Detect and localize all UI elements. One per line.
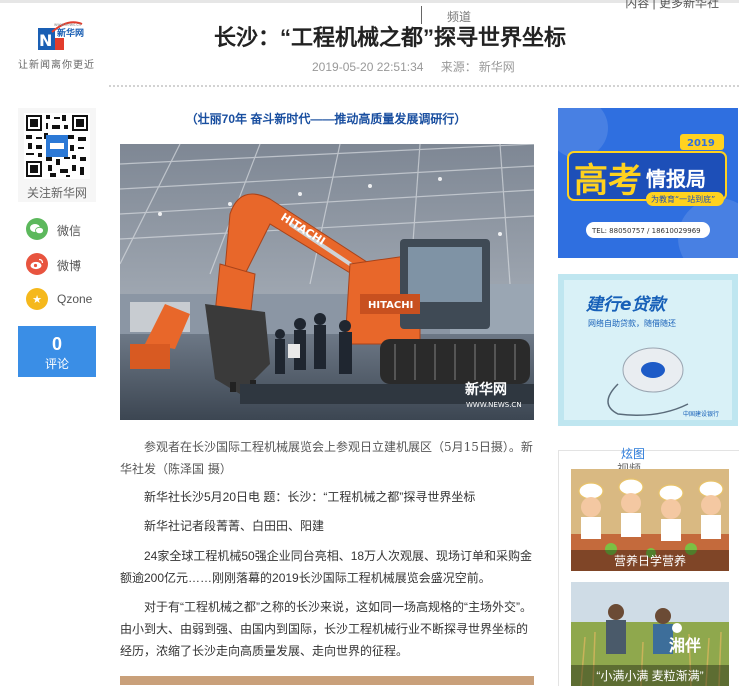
share-qzone-label: Qzone (57, 292, 93, 306)
top-nav-links[interactable]: 内容 | 更多新华社 (625, 0, 719, 11)
svg-text:TEL: 88050757 / 18610029969: TEL: 88050757 / 18610029969 (591, 227, 701, 235)
svg-text:建行e贷款: 建行e贷款 (585, 295, 669, 315)
source-name: 新华网 (478, 60, 515, 74)
share-wechat-label: 微信 (57, 224, 82, 238)
site-tagline: 让新闻离你更近 (18, 60, 95, 71)
svg-text:WWW.NEWS.CN: WWW.NEWS.CN (466, 401, 522, 409)
series-heading[interactable]: （壮丽70年 奋斗新时代——推动高质量发展调研行） (120, 110, 532, 127)
svg-text:中国建设银行: 中国建设银行 (683, 410, 719, 418)
article-paragraph: 新华社记者段菁菁、白田田、阳建 (144, 519, 325, 533)
svg-text:为教育“一站到底”: 为教育“一站到底” (651, 194, 715, 204)
qr-card[interactable]: 关注新华网 (18, 108, 96, 202)
photo-caption: 参观者在长沙国际工程机械展览会上参观日立建机展区（5月15日摄）。新华社发（陈泽… (120, 440, 533, 476)
gallery-item-nutrition[interactable]: 营养日学营养 (571, 469, 729, 571)
media-gallery: 炫图 视频 营养日学营养 湘伴 (558, 447, 739, 686)
svg-text:2019: 2019 (687, 138, 715, 149)
svg-text:新华网: 新华网 (465, 381, 507, 398)
gaokao-ad-graphic: 2019 高考 情报局 为教育“一站到底” TEL: 88050757 / 18… (558, 108, 738, 258)
source-label: 来源： (440, 60, 477, 74)
site-logo[interactable]: N 新华网 www.news.cn 让新闻离你更近 (18, 14, 108, 72)
gallery-caption: 营养日学营养 (571, 550, 729, 571)
publish-datetime: 2019-05-20 22:51:34 (312, 60, 424, 74)
qzone-icon: ★ (26, 288, 48, 310)
article-photo: HITACHI HITACHI 新华网 WWW.NEWS.CN (120, 144, 534, 420)
gallery-caption: “小满小满 麦粒渐满” (571, 665, 729, 686)
svg-text:情报局: 情报局 (646, 167, 706, 191)
dotted-divider (108, 84, 739, 88)
comment-button[interactable]: 0 评论 (18, 326, 96, 377)
gaokao-ad-banner[interactable]: 2019 高考 情报局 为教育“一站到底” TEL: 88050757 / 18… (558, 108, 738, 258)
xinhua-logo-icon: N 新华网 www.news.cn (38, 21, 84, 50)
article-meta: 2019-05-20 22:51:34 来源： 新华网 (312, 58, 529, 75)
wechat-overlay-label: 湘伴 (669, 638, 702, 655)
comment-label: 评论 (44, 357, 69, 371)
weibo-icon (26, 253, 48, 275)
share-weibo-label: 微博 (57, 259, 82, 273)
ccb-ad-graphic: 建行e贷款 网络自助贷款，随借随还 中国建设银行 (558, 274, 738, 426)
svg-text:www.news.cn: www.news.cn (54, 22, 82, 27)
qr-code-icon (24, 113, 90, 179)
svg-text:N: N (39, 31, 52, 50)
article-paragraph: 对于有“工程机械之都”之称的长沙来说，这如同一场高规格的“主场外交”。由小到大、… (120, 600, 532, 658)
svg-text:HITACHI: HITACHI (368, 300, 413, 311)
svg-text:高考: 高考 (574, 161, 642, 201)
svg-text:新华网: 新华网 (57, 27, 84, 39)
svg-text:网络自助贷款，随借随还: 网络自助贷款，随借随还 (588, 318, 676, 328)
article-title: 长沙：“工程机械之都”探寻世界坐标 (213, 25, 566, 50)
next-photo-edge (120, 676, 534, 685)
comment-count: 0 (51, 334, 62, 354)
excavator-photo: HITACHI HITACHI 新华网 WWW.NEWS.CN (120, 144, 534, 420)
qr-label: 关注新华网 (26, 186, 87, 200)
gallery-item-wheat[interactable]: 湘伴 “小满小满 麦粒渐满” (571, 582, 729, 686)
wechat-icon (26, 218, 48, 240)
ccb-loan-ad-banner[interactable]: 建行e贷款 网络自助贷款，随借随还 中国建设银行 (558, 274, 738, 426)
article-paragraph: 新华社长沙5月20日电 题：长沙：“工程机械之都”探寻世界坐标 (144, 490, 476, 504)
article-paragraph: 24家全球工程机械50强企业同台亮相、18万人次观展、现场订单和采购金额逾200… (120, 549, 533, 585)
